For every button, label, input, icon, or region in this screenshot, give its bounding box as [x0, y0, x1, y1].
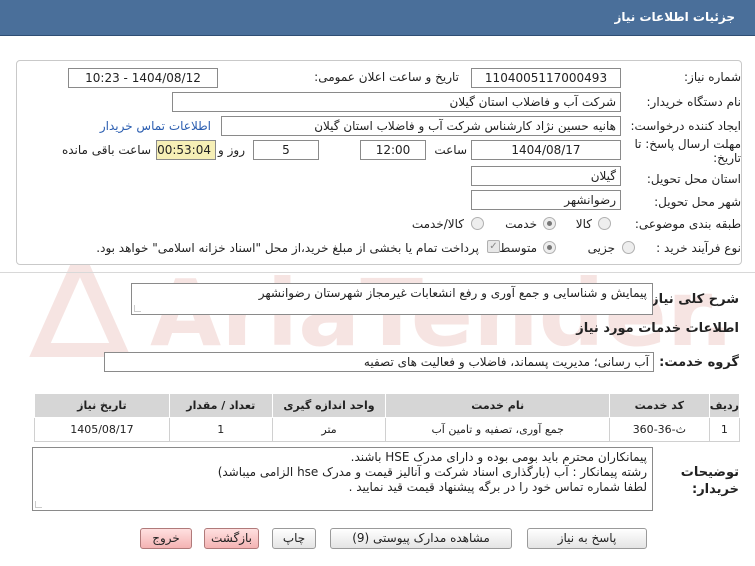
province-label: استان محل تحویل:: [646, 172, 741, 186]
creator-field: هانیه حسین نژاد کارشناس شرکت آب و فاضلاب…: [221, 116, 621, 136]
remaining-time-label: ساعت باقی مانده: [61, 143, 151, 157]
deadline-time-label: ساعت: [434, 143, 467, 157]
buyer-contact-link[interactable]: اطلاعات تماس خریدار: [100, 119, 211, 133]
notes-label-line-1: توضیحات: [680, 465, 739, 480]
resize-grip-icon[interactable]: [134, 305, 141, 312]
remaining-time-field: 00:53:04: [156, 140, 216, 160]
table-row: 1 ث-36-360 جمع آوری، تصفیه و تامین آب مت…: [34, 417, 741, 442]
category-label: طبقه بندی موضوعی:: [634, 217, 741, 231]
cell-service-code: ث-36-360: [608, 417, 710, 442]
service-group-field: آب رسانی؛ مدیریت پسماند، فاضلاب و فعالیت…: [104, 352, 654, 372]
process-label: نوع فرآیند خرید :: [656, 241, 741, 255]
notes-line: لطفا شماره تماس خود را در برگه پیشنهاد ق…: [348, 480, 647, 494]
col-header-service-code: کد خدمت: [608, 393, 710, 418]
announce-datetime-field: 1404/08/12 - 10:23: [68, 68, 218, 88]
title-bar: جزئیات اطلاعات نیاز: [0, 0, 755, 36]
need-number-field: 1104005117000493: [471, 68, 621, 88]
city-field: رضوانشهر: [471, 190, 621, 210]
resize-grip-icon[interactable]: [35, 501, 42, 508]
days-label: روز و: [218, 143, 245, 157]
process-option-medium: متوسط: [499, 241, 537, 255]
cell-unit: متر: [271, 417, 387, 442]
announce-label: تاریخ و ساعت اعلان عمومی:: [314, 70, 459, 84]
process-radio-minor[interactable]: [622, 241, 635, 254]
deadline-date-label: تاریخ:: [713, 151, 741, 165]
col-header-service-name: نام خدمت: [385, 393, 610, 418]
col-header-unit: واحد اندازه گیری: [271, 393, 387, 418]
services-section-title: اطلاعات خدمات مورد نیاز: [576, 321, 739, 336]
divider: [0, 272, 755, 273]
cell-need-date: 1405/08/17: [34, 417, 170, 442]
category-radio-service[interactable]: [543, 217, 556, 230]
notes-line: پیمانکاران محترم باید بومی بوده و دارای …: [350, 450, 647, 464]
page-title: جزئیات اطلاعات نیاز: [614, 10, 735, 24]
notes-label-line-2: خریدار:: [692, 482, 739, 497]
category-option-service: خدمت: [505, 217, 537, 231]
creator-label: ایجاد کننده درخواست:: [630, 119, 741, 133]
watermark-logo-icon: [29, 242, 131, 357]
summary-textarea: پیمایش و شناسایی و جمع آوری و رفع انشعاب…: [131, 283, 653, 315]
buyer-notes-textarea: پیمانکاران محترم باید بومی بوده و دارای …: [32, 447, 653, 511]
services-table: ردیف کد خدمت نام خدمت واحد اندازه گیری ت…: [34, 393, 741, 442]
cell-quantity: 1: [168, 417, 273, 442]
category-radio-goods[interactable]: [598, 217, 611, 230]
col-header-row-number: ردیف: [708, 393, 741, 418]
print-button[interactable]: چاپ: [272, 528, 316, 549]
cell-service-name: جمع آوری، تصفیه و تامین آب: [385, 417, 610, 442]
buyer-org-label: نام دستگاه خریدار:: [646, 95, 742, 109]
process-radio-medium[interactable]: [543, 241, 556, 254]
category-option-goods: کالا: [575, 217, 592, 231]
table-header-row: ردیف کد خدمت نام خدمت واحد اندازه گیری ت…: [34, 393, 741, 418]
payment-note: پرداخت تمام یا بخشی از مبلغ خرید،از محل …: [96, 241, 479, 255]
view-attachments-button[interactable]: مشاهده مدارک پیوستی (9): [330, 528, 512, 549]
days-field: 5: [253, 140, 319, 160]
service-group-label: گروه خدمت:: [659, 355, 739, 370]
back-button[interactable]: بازگشت: [204, 528, 259, 549]
process-option-minor: جزیی: [587, 241, 615, 255]
payment-checkbox[interactable]: ✓: [487, 240, 500, 253]
need-info-panel: [16, 60, 742, 265]
cell-row-number: 1: [708, 417, 741, 442]
category-option-goods-service: کالا/خدمت: [411, 217, 464, 231]
exit-button[interactable]: خروج: [140, 528, 192, 549]
deadline-time-field: 12:00: [360, 140, 426, 160]
reply-button[interactable]: پاسخ به نیاز: [527, 528, 647, 549]
city-label: شهر محل تحویل:: [654, 195, 741, 209]
province-field: گیلان: [471, 166, 621, 186]
col-header-need-date: تاریخ نیاز: [34, 393, 170, 418]
deadline-date-field: 1404/08/17: [471, 140, 621, 160]
summary-label: شرح کلی نیاز:: [645, 292, 739, 307]
need-number-label: شماره نیاز:: [684, 70, 741, 84]
col-header-quantity: تعداد / مقدار: [168, 393, 273, 418]
category-radio-goods-service[interactable]: [471, 217, 484, 230]
buyer-org-field: شرکت آب و فاضلاب استان گیلان: [172, 92, 621, 112]
summary-text: پیمایش و شناسایی و جمع آوری و رفع انشعاب…: [258, 286, 647, 300]
notes-line: رشته پیمانکار : آب (بارگذاری اسناد شرکت …: [217, 465, 647, 479]
deadline-label: مهلت ارسال پاسخ: تا: [634, 137, 741, 151]
